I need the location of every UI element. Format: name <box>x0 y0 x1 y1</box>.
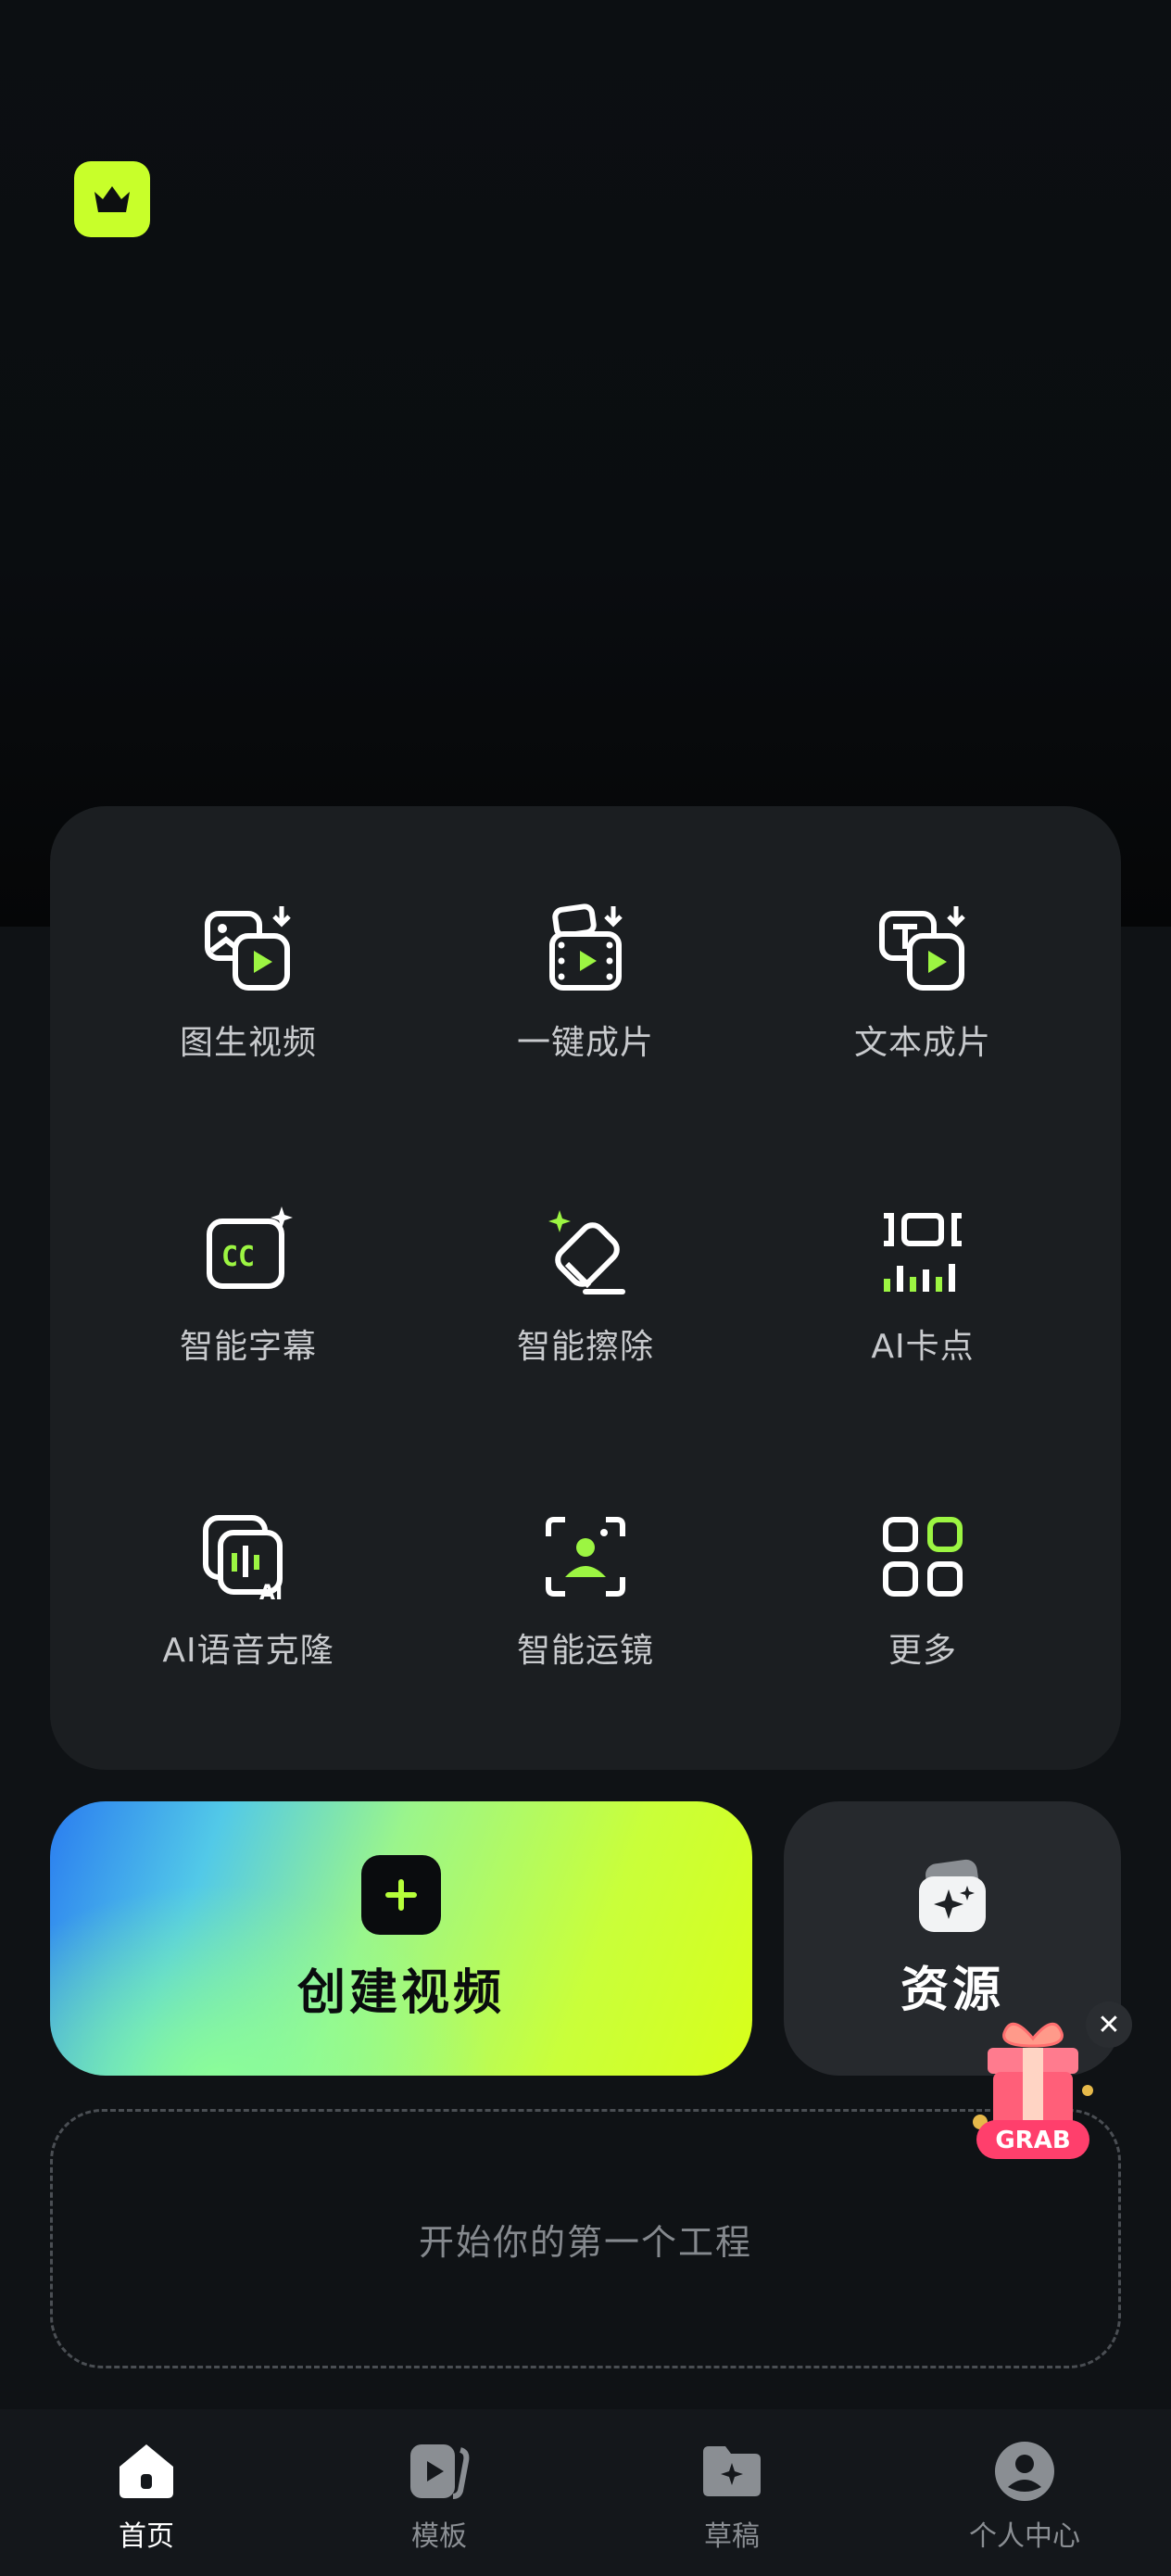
tools-panel: 图生视频 一键成片 文本成片 CC 智能字幕 智能擦除 AI卡点 AI AI语音… <box>50 806 1121 1770</box>
tool-label: 更多 <box>888 1632 957 1670</box>
tab-templates[interactable]: 模板 <box>293 2409 586 2576</box>
tab-label: 草稿 <box>704 2520 760 2553</box>
tool-image-to-video[interactable]: 图生视频 <box>109 903 387 1106</box>
text-to-video-icon <box>879 906 965 991</box>
tool-more[interactable]: 更多 <box>784 1510 1062 1714</box>
tool-ai-voice-clone[interactable]: AI AI语音克隆 <box>109 1510 387 1714</box>
tab-profile[interactable]: 个人中心 <box>878 2409 1171 2576</box>
tool-smart-camera[interactable]: 智能运镜 <box>447 1510 724 1714</box>
bottom-tab-bar: 首页 模板 草稿 个人中心 <box>0 2409 1171 2576</box>
crown-icon <box>94 186 130 212</box>
plus-icon-box <box>361 1854 441 1935</box>
tool-label: 智能运镜 <box>516 1632 654 1670</box>
image-to-video-icon <box>205 906 291 991</box>
tool-smart-erase[interactable]: 智能擦除 <box>447 1206 724 1410</box>
ai-voice-clone-icon: AI <box>203 1515 283 1603</box>
auto-captions-icon: CC <box>207 1206 293 1289</box>
grab-badge-text: GRAB <box>995 2127 1070 2154</box>
ai-beat-sync-icon <box>884 1213 962 1292</box>
template-icon <box>410 2444 470 2499</box>
grab-gift-promo[interactable]: GRAB <box>963 2001 1102 2187</box>
create-video-label: 创建视频 <box>296 1964 505 2021</box>
tab-label: 模板 <box>411 2520 467 2553</box>
tool-label: AI卡点 <box>871 1328 975 1366</box>
drafts-folder-icon <box>703 2446 761 2496</box>
empty-projects-label: 开始你的第一个工程 <box>418 2221 752 2263</box>
vip-badge[interactable] <box>74 161 150 237</box>
close-icon[interactable]: ✕ <box>1086 2001 1132 2048</box>
profile-icon <box>995 2442 1054 2501</box>
tool-one-click-video[interactable]: 一键成片 <box>447 903 724 1106</box>
more-grid-icon <box>883 1517 963 1597</box>
tool-label: AI语音克隆 <box>162 1632 334 1670</box>
smart-erase-icon <box>548 1210 625 1294</box>
tool-label: 图生视频 <box>179 1024 317 1062</box>
empty-projects-placeholder[interactable]: 开始你的第一个工程 <box>50 2109 1121 2368</box>
tab-label: 首页 <box>119 2520 174 2553</box>
svg-text:AI: AI <box>259 1582 283 1603</box>
one-click-video-icon <box>549 903 623 991</box>
smart-camera-icon <box>546 1517 625 1597</box>
tab-label: 个人中心 <box>969 2520 1080 2553</box>
tool-label: 智能字幕 <box>179 1328 317 1366</box>
tool-text-to-video[interactable]: 文本成片 <box>784 903 1062 1106</box>
tool-label: 文本成片 <box>853 1024 991 1062</box>
tab-home[interactable]: 首页 <box>0 2409 293 2576</box>
tool-label: 一键成片 <box>516 1024 654 1062</box>
hero-background <box>0 0 1171 927</box>
tool-auto-captions[interactable]: CC 智能字幕 <box>109 1206 387 1410</box>
sparkle-card-icon <box>919 1859 986 1932</box>
svg-text:CC: CC <box>221 1241 255 1273</box>
plus-icon <box>385 1878 417 1911</box>
home-icon <box>120 2444 173 2498</box>
tool-label: 智能擦除 <box>516 1328 654 1366</box>
create-video-button[interactable]: 创建视频 <box>50 1801 752 2076</box>
gift-icon: GRAB <box>973 2023 1093 2159</box>
tab-drafts[interactable]: 草稿 <box>586 2409 878 2576</box>
tool-ai-beat-sync[interactable]: AI卡点 <box>784 1206 1062 1410</box>
